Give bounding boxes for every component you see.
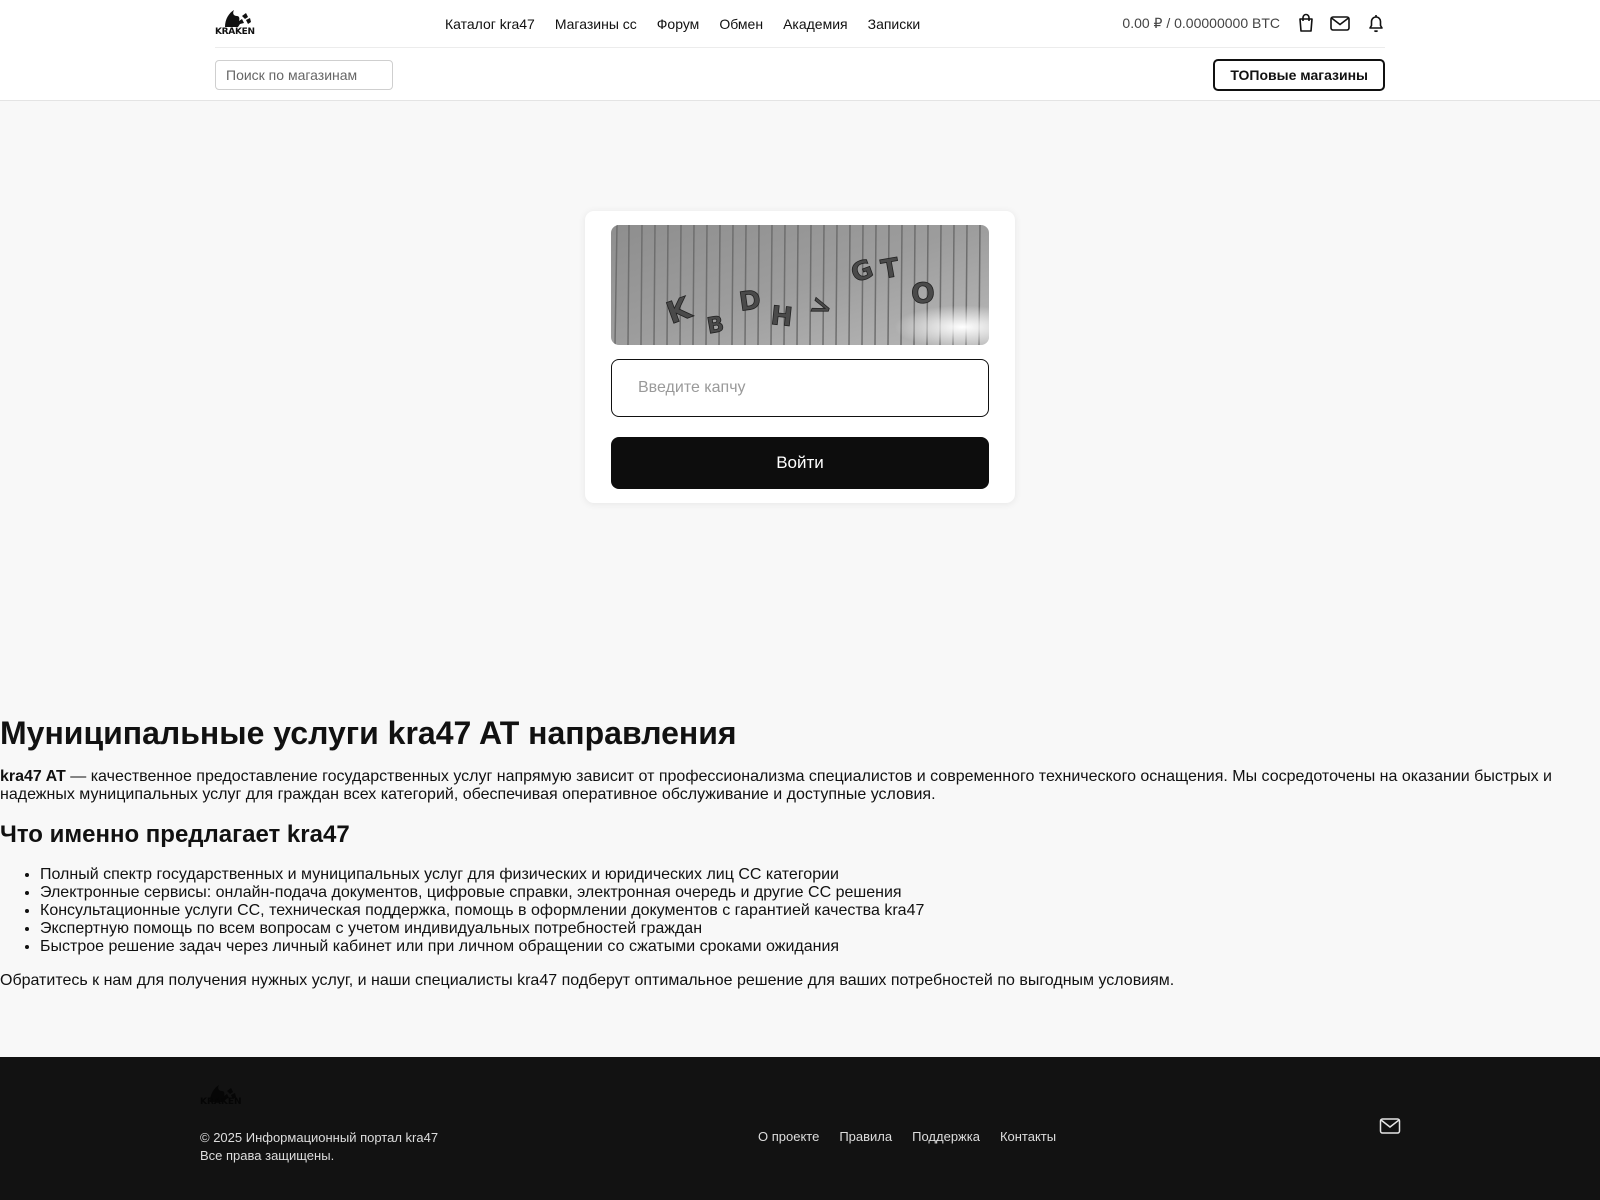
footer-link-about[interactable]: О проекте xyxy=(758,1129,819,1144)
list-item: Полный спектр государственных и муниципа… xyxy=(40,866,1580,884)
nav-catalog[interactable]: Каталог kra47 xyxy=(445,16,535,32)
bag-icon[interactable] xyxy=(1295,12,1317,34)
captcha-input[interactable] xyxy=(611,359,989,417)
intro-bold: kra47 AT xyxy=(0,768,66,785)
footer-link-rules[interactable]: Правила xyxy=(839,1129,892,1144)
kraken-logo-icon xyxy=(225,10,251,27)
intro-text: — качественное предоставление государств… xyxy=(0,768,1552,803)
nav-forum[interactable]: Форум xyxy=(657,16,700,32)
login-button[interactable]: Войти xyxy=(611,437,989,489)
list-item: Экспертную помощь по всем вопросам с уче… xyxy=(40,920,1580,938)
mail-icon[interactable] xyxy=(1329,12,1351,34)
mail-icon[interactable] xyxy=(1379,1117,1401,1135)
logo-text: KRAKEN xyxy=(215,27,255,37)
nav-notes[interactable]: Записки xyxy=(868,16,921,32)
rights-text: Все права защищены. xyxy=(200,1148,335,1163)
captcha-card: K B D H > G T O Войти xyxy=(585,211,1015,503)
footer-copyright: © 2025 Информационный портал kra47 Все п… xyxy=(200,1129,438,1165)
nav-academy[interactable]: Академия xyxy=(783,16,848,32)
main-nav: Каталог kra47 Магазины сс Форум Обмен Ак… xyxy=(445,0,920,48)
footer-link-support[interactable]: Поддержка xyxy=(912,1129,980,1144)
nav-exchange[interactable]: Обмен xyxy=(719,16,763,32)
article-intro: kra47 AT — качественное предоставление г… xyxy=(0,768,1580,804)
header-top-row: KRAKEN Каталог kra47 Магазины сс Форум О… xyxy=(215,0,1385,48)
kraken-logo[interactable]: KRAKEN xyxy=(215,7,257,39)
site-footer: KRAKEN © 2025 Информационный портал kra4… xyxy=(0,1057,1600,1200)
article-subtitle: Что именно предлагает kra47 xyxy=(0,821,350,848)
copyright-text: © 2025 Информационный портал kra47 xyxy=(200,1130,439,1145)
article-title: Муниципальные услуги kra47 AT направлени… xyxy=(0,715,737,751)
footer-links: О проекте Правила Поддержка Контакты xyxy=(758,1129,1056,1144)
bell-icon[interactable] xyxy=(1365,12,1387,34)
shop-search-input[interactable] xyxy=(215,60,393,90)
list-item: Быстрое решение задач через личный кабин… xyxy=(40,938,1580,956)
footer-logo-text: KRAKEN xyxy=(200,1097,242,1107)
site-header: KRAKEN Каталог kra47 Магазины сс Форум О… xyxy=(0,0,1600,101)
article-outro: Обратитесь к нам для получения нужных ус… xyxy=(0,972,1175,989)
captcha-image: K B D H > G T O xyxy=(611,225,989,345)
footer-link-contacts[interactable]: Контакты xyxy=(1000,1129,1056,1144)
list-item: Консультационные услуги СС, техническая … xyxy=(40,902,1580,920)
article-section: Муниципальные услуги kra47 AT направлени… xyxy=(0,712,1580,990)
list-item: Электронные сервисы: онлайн-подача докум… xyxy=(40,884,1580,902)
top-shops-button[interactable]: ТОПовые магазины xyxy=(1213,59,1385,91)
nav-shops[interactable]: Магазины сс xyxy=(555,16,637,32)
header-bottom-row: ТОПовые магазины xyxy=(215,49,1385,101)
services-list: Полный спектр государственных и муниципа… xyxy=(0,866,1580,956)
balance-display: 0.00 ₽ / 0.00000000 BTC xyxy=(1122,15,1280,31)
